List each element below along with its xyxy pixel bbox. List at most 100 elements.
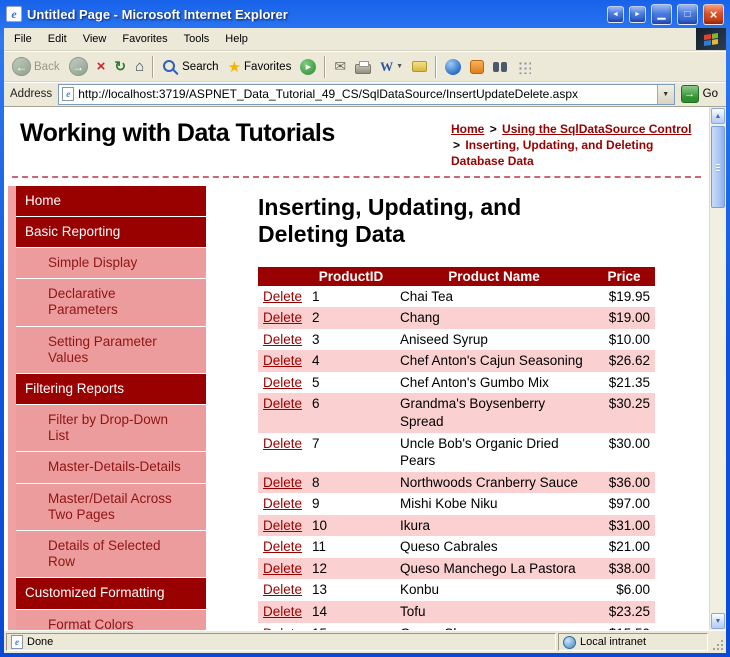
vertical-scrollbar[interactable]: ▲ ▼ xyxy=(709,107,726,630)
sidebar-item-basic-reporting[interactable]: Basic Reporting xyxy=(16,216,206,248)
sidebar-item-master-detail-across-two-pages[interactable]: Master/Detail Across Two Pages xyxy=(16,483,206,531)
sidebar-item-filter-by-drop-down-list[interactable]: Filter by Drop-Down List xyxy=(16,405,206,453)
table-row: Delete 15 Genen Shouyu $15.50 xyxy=(258,623,655,631)
delete-link[interactable]: Delete xyxy=(263,539,302,554)
delete-link[interactable]: Delete xyxy=(263,436,302,451)
minimize-button[interactable]: ▁ xyxy=(651,3,672,25)
delete-link[interactable]: Delete xyxy=(263,310,302,325)
col-header-productid: ProductID xyxy=(307,266,396,286)
delete-link[interactable]: Delete xyxy=(263,332,302,347)
product-name-cell: Northwoods Cranberry Sauce xyxy=(400,474,578,490)
menu-help[interactable]: Help xyxy=(217,29,256,49)
price-cell: $36.00 xyxy=(608,474,651,490)
scroll-down-button[interactable]: ▼ xyxy=(711,613,725,629)
sidebar: Home Basic Reporting Simple Display Decl… xyxy=(8,185,206,630)
refresh-icon: ↻ xyxy=(114,58,127,74)
price-cell: $19.00 xyxy=(608,310,651,326)
mail-button[interactable]: ✉ xyxy=(330,56,350,77)
delete-link[interactable]: Delete xyxy=(263,289,302,304)
print-button[interactable] xyxy=(351,58,375,76)
toolbar-separator xyxy=(435,55,437,78)
delete-link[interactable]: Delete xyxy=(263,375,302,390)
sidebar-item-simple-display[interactable]: Simple Display xyxy=(16,247,206,280)
refresh-button[interactable]: ↻ xyxy=(110,56,130,77)
close-icon: × xyxy=(709,6,718,22)
price-cell: $19.95 xyxy=(608,288,651,304)
favorites-label: Favorites xyxy=(244,60,292,73)
product-name-cell: Uncle Bob's Organic Dried Pears xyxy=(400,435,559,469)
product-name-cell: Tofu xyxy=(400,603,426,619)
delete-link[interactable]: Delete xyxy=(263,561,302,576)
scrollbar-thumb[interactable] xyxy=(711,126,725,208)
delete-link[interactable]: Delete xyxy=(263,626,302,631)
titlebar-extra-button-1[interactable]: ◄ xyxy=(607,5,624,23)
menu-favorites[interactable]: Favorites xyxy=(114,29,175,49)
scroll-up-button[interactable]: ▲ xyxy=(711,108,725,124)
menu-tools[interactable]: Tools xyxy=(176,29,218,49)
delete-link[interactable]: Delete xyxy=(263,518,302,533)
research-button[interactable] xyxy=(466,58,488,76)
resize-grip[interactable] xyxy=(710,633,724,651)
close-button[interactable]: × xyxy=(703,3,724,25)
forward-icon: → xyxy=(68,57,88,76)
delete-link[interactable]: Delete xyxy=(263,582,302,597)
go-button[interactable]: → Go xyxy=(680,85,720,103)
breadcrumb-link-home[interactable]: Home xyxy=(451,122,484,136)
col-header-blank xyxy=(258,266,308,286)
sidebar-item-details-of-selected-row[interactable]: Details of Selected Row xyxy=(16,531,206,579)
breadcrumb-link-sqldatasource[interactable]: Using the SqlDataSource Control xyxy=(502,122,691,136)
chevron-down-icon: ▼ xyxy=(396,63,403,70)
menu-edit[interactable]: Edit xyxy=(40,29,75,49)
table-row: Delete 12 Queso Manchego La Pastora $38.… xyxy=(258,557,656,580)
titlebar[interactable]: e Untitled Page - Microsoft Internet Exp… xyxy=(0,0,730,28)
product-name-cell: Konbu xyxy=(400,582,440,598)
sidebar-item-declarative-parameters[interactable]: Declarative Parameters xyxy=(16,279,206,327)
messenger-button[interactable] xyxy=(441,57,465,77)
delete-link[interactable]: Delete xyxy=(263,396,302,411)
sidebar-item-master-details-details[interactable]: Master-Details-Details xyxy=(16,452,206,484)
browser-window: e Untitled Page - Microsoft Internet Exp… xyxy=(0,0,730,657)
back-icon: ← xyxy=(12,57,31,76)
home-button[interactable]: ⌂ xyxy=(131,56,148,77)
go-arrow-icon: → xyxy=(680,85,699,103)
sidebar-item-filtering-reports[interactable]: Filtering Reports xyxy=(16,373,206,406)
product-name-cell: Chang xyxy=(400,310,440,326)
productid-cell: 5 xyxy=(312,374,320,390)
titlebar-extra-button-2[interactable]: ► xyxy=(629,5,646,23)
page-icon: e xyxy=(62,87,75,101)
table-header-row: ProductID Product Name Price xyxy=(258,266,656,286)
delete-link[interactable]: Delete xyxy=(263,496,302,511)
product-name-cell: Genen Shouyu xyxy=(395,623,593,631)
sidebar-item-customized-formatting[interactable]: Customized Formatting xyxy=(16,578,206,610)
discuss-button[interactable] xyxy=(408,59,431,74)
productid-cell: 4 xyxy=(312,353,320,369)
find-button[interactable] xyxy=(489,60,512,74)
stop-button[interactable]: × xyxy=(93,56,110,77)
sidebar-item-home[interactable]: Home xyxy=(16,185,206,217)
menubar: File Edit View Favorites Tools Help xyxy=(4,28,726,51)
favorites-button[interactable]: ★ Favorites xyxy=(224,56,296,78)
menu-file[interactable]: File xyxy=(6,29,40,49)
address-dropdown-button[interactable]: ▼ xyxy=(656,84,674,104)
edit-with-word-button[interactable]: W ▼ xyxy=(376,57,407,77)
delete-cell: Delete xyxy=(258,579,307,601)
links-button[interactable] xyxy=(513,58,535,76)
back-button[interactable]: ← Back xyxy=(8,55,64,78)
search-button[interactable]: Search xyxy=(158,57,222,77)
forward-button[interactable]: → xyxy=(65,55,92,78)
delete-link[interactable]: Delete xyxy=(263,475,302,490)
menu-view[interactable]: View xyxy=(75,29,115,49)
address-input[interactable] xyxy=(78,84,653,104)
sidebar-item-format-colors[interactable]: Format Colors xyxy=(16,609,206,630)
media-button[interactable]: ▶ xyxy=(296,57,320,77)
table-row: Delete 10 Ikura $31.00 xyxy=(258,514,656,537)
productid-cell: 14 xyxy=(312,603,328,619)
price-cell: $97.00 xyxy=(608,496,651,512)
maximize-button[interactable]: □ xyxy=(677,3,698,25)
table-row: Delete 5 Chef Anton's Gumbo Mix $21.35 xyxy=(258,372,655,394)
delete-link[interactable]: Delete xyxy=(263,604,302,619)
sidebar-item-setting-parameter-values[interactable]: Setting Parameter Values xyxy=(16,326,206,374)
product-name-cell: Chef Anton's Gumbo Mix xyxy=(400,374,549,390)
delete-link[interactable]: Delete xyxy=(263,353,302,368)
price-cell: $23.25 xyxy=(608,603,651,619)
